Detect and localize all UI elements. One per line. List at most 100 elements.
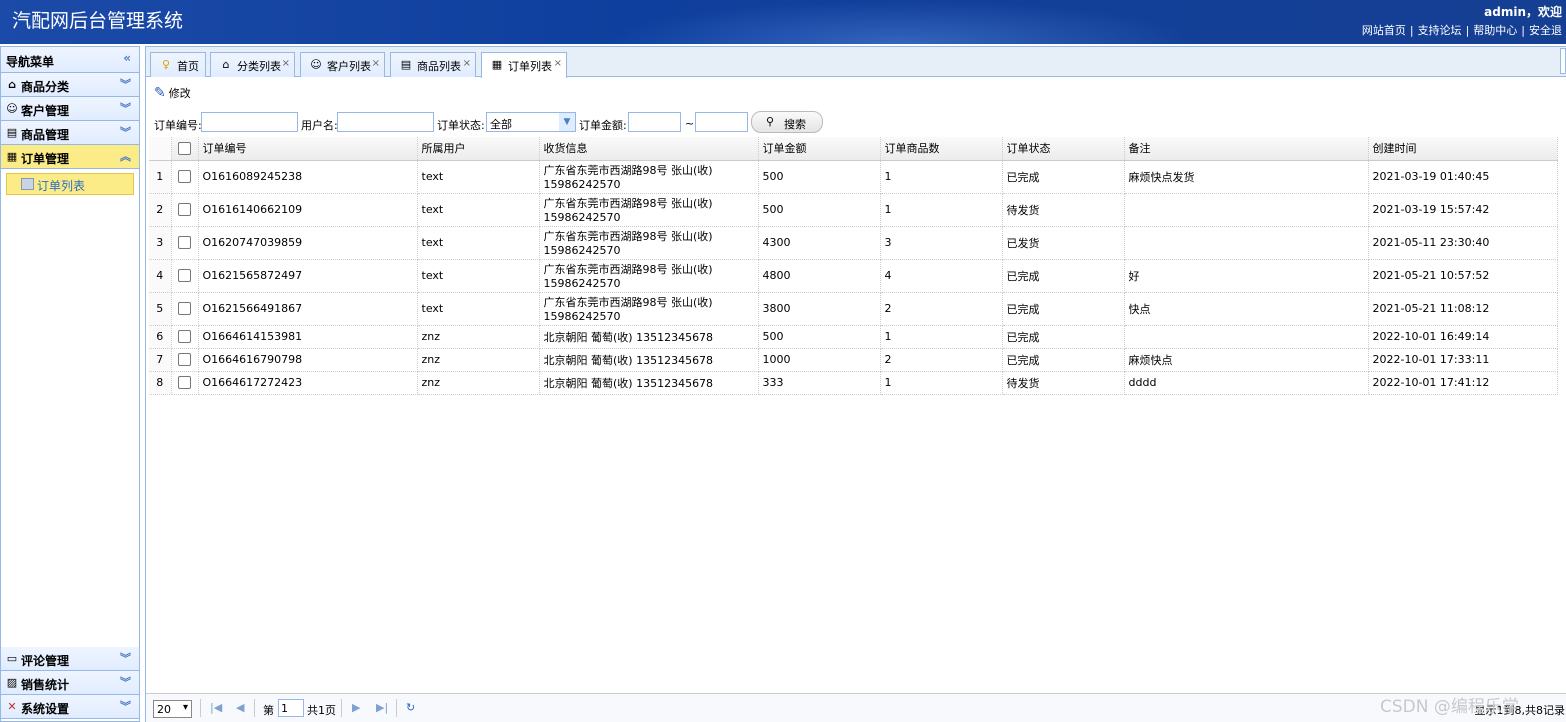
- link-forum[interactable]: 支持论坛: [1418, 24, 1462, 37]
- table-row[interactable]: 1 O1616089245238 text 广东省东莞市西湖路98号 张山(收) 159…: [149, 160, 1558, 194]
- pager-separator: [254, 699, 255, 717]
- column-header[interactable]: 收货信息: [539, 137, 759, 161]
- tab-category-list[interactable]: ⌂ 分类列表 ×: [210, 52, 295, 77]
- user-cell: text: [417, 226, 540, 260]
- column-header[interactable]: 订单金额: [758, 137, 881, 161]
- link-separator: |: [1465, 24, 1470, 37]
- table-row[interactable]: 2 O1616140662109 text 广东省东莞市西湖路98号 张山(收) 159…: [149, 193, 1558, 227]
- menu-group-category[interactable]: ⌂ 商品分类 ︾: [1, 73, 139, 97]
- table-row[interactable]: 8 O1664617272423 znz 北京朝阳 葡萄(收) 13512345678…: [149, 371, 1558, 395]
- status-cell: 已完成: [1002, 348, 1125, 372]
- menu-group-settings[interactable]: ✕ 系统设置 ︾: [1, 695, 139, 719]
- order-no-cell: O1616089245238: [198, 160, 418, 194]
- link-site-home[interactable]: 网站首页: [1362, 24, 1406, 37]
- tab-label: 分类列表: [237, 60, 281, 73]
- row-checkbox[interactable]: [178, 376, 191, 390]
- row-checkbox[interactable]: [178, 302, 191, 316]
- row-checkbox-cell: [171, 325, 199, 349]
- chevron-down-icon: ▾: [182, 702, 188, 713]
- menu-group-sales[interactable]: ▨ 销售统计 ︾: [1, 671, 139, 695]
- link-help[interactable]: 帮助中心: [1473, 24, 1517, 37]
- page-number-input[interactable]: 1: [278, 699, 304, 717]
- order-no-label: 订单编号:: [154, 119, 202, 132]
- created-time-cell: 2022-10-01 16:49:14: [1368, 325, 1558, 349]
- user-cell: znz: [417, 371, 540, 395]
- table-row[interactable]: 6 O1664614153981 znz 北京朝阳 葡萄(收) 13512345678…: [149, 325, 1558, 349]
- address-cell: 广东省东莞市西湖路98号 张山(收) 15986242570: [539, 259, 759, 293]
- search-button[interactable]: ⚲ 搜索: [751, 111, 823, 133]
- column-header[interactable]: 创建时间: [1368, 137, 1558, 161]
- close-icon[interactable]: ×: [282, 58, 290, 69]
- next-page-icon[interactable]: ▶: [352, 701, 360, 714]
- amount-from-input[interactable]: [628, 112, 681, 132]
- username-input[interactable]: [337, 112, 434, 132]
- note-cell: 麻烦快点发货: [1124, 160, 1369, 194]
- tab-goods-list[interactable]: ▤ 商品列表 ×: [390, 52, 476, 77]
- status-cell: 待发货: [1002, 371, 1125, 395]
- address-line: 广东省东莞市西湖路98号 张山(收): [543, 230, 713, 243]
- close-icon[interactable]: ×: [372, 58, 380, 69]
- row-checkbox[interactable]: [178, 330, 191, 344]
- row-checkbox[interactable]: [178, 269, 191, 283]
- tab-label: 客户列表: [327, 60, 371, 73]
- refresh-icon[interactable]: ↻: [406, 701, 415, 714]
- tab-bar: ♀ 首页 ⌂ 分类列表 × ☺ 客户列表 × ▤ 商品列表 × ▦ 订单列表 ×: [146, 47, 1566, 78]
- tab-order-list[interactable]: ▦ 订单列表 ×: [481, 52, 567, 78]
- user-cell: znz: [417, 325, 540, 349]
- edit-button[interactable]: 修改: [169, 87, 191, 100]
- row-checkbox-cell: [171, 160, 199, 194]
- row-checkbox[interactable]: [178, 236, 191, 250]
- address-cell: 广东省东莞市西湖路98号 张山(收) 15986242570: [539, 193, 759, 227]
- amount-cell: 500: [758, 325, 881, 349]
- row-checkbox-cell: [171, 226, 199, 260]
- column-header[interactable]: 订单状态: [1002, 137, 1125, 161]
- tab-home[interactable]: ♀ 首页: [150, 52, 206, 77]
- tab-customer-list[interactable]: ☺ 客户列表 ×: [300, 52, 385, 77]
- last-page-icon[interactable]: ▶|: [376, 701, 388, 714]
- column-header[interactable]: 订单编号: [198, 137, 418, 161]
- close-icon[interactable]: ×: [463, 58, 471, 69]
- close-icon[interactable]: ×: [554, 58, 562, 69]
- status-select[interactable]: 全部 ▼: [486, 112, 576, 132]
- first-page-icon[interactable]: |◀: [210, 701, 222, 714]
- toolbar: ✎ 修改: [154, 85, 191, 105]
- lightbulb-icon: ♀: [161, 58, 171, 71]
- table-row[interactable]: 5 O1621566491867 text 广东省东莞市西湖路98号 张山(收) 159…: [149, 292, 1558, 326]
- order-no-input[interactable]: [201, 112, 298, 132]
- tab-scroll-right[interactable]: [1560, 48, 1566, 74]
- menu-group-goods[interactable]: ▤ 商品管理 ︾: [1, 121, 139, 145]
- menu-group-order[interactable]: ▦ 订单管理 ︽: [1, 145, 139, 169]
- menu-group-customer[interactable]: ☺ 客户管理 ︾: [1, 97, 139, 121]
- table-row[interactable]: 3 O1620747039859 text 广东省东莞市西湖路98号 张山(收) 159…: [149, 226, 1558, 260]
- row-checkbox-cell: [171, 371, 199, 395]
- row-checkbox[interactable]: [178, 353, 191, 367]
- category-icon: ⌂: [8, 78, 16, 91]
- column-header[interactable]: 备注: [1124, 137, 1369, 161]
- table-row[interactable]: 4 O1621565872497 text 广东省东莞市西湖路98号 张山(收) 159…: [149, 259, 1558, 293]
- sidebar-item-order-list[interactable]: 订单列表: [6, 173, 134, 195]
- created-time-cell: 2021-05-21 11:08:12: [1368, 292, 1558, 326]
- sidebar: 导航菜单 « ⌂ 商品分类 ︾ ☺ 客户管理 ︾ ▤ 商品管理 ︾ ▦ 订单管理…: [0, 46, 140, 722]
- amount-cell: 4800: [758, 259, 881, 293]
- menu-group-comment[interactable]: ▭ 评论管理 ︾: [1, 647, 139, 671]
- page-size-select[interactable]: 20 ▾: [153, 700, 192, 718]
- column-header[interactable]: 订单商品数: [880, 137, 1003, 161]
- address-line: 广东省东莞市西湖路98号 张山(收): [543, 164, 713, 177]
- select-all-checkbox[interactable]: [178, 142, 191, 155]
- link-logout[interactable]: 安全退: [1529, 24, 1562, 37]
- note-cell: [1124, 193, 1369, 227]
- column-header[interactable]: 所属用户: [417, 137, 540, 161]
- table-row[interactable]: 7 O1664616790798 znz 北京朝阳 葡萄(收) 13512345678…: [149, 348, 1558, 372]
- address-phone: 15986242570: [543, 178, 621, 191]
- prev-page-icon[interactable]: ◀: [236, 701, 244, 714]
- app-title: 汽配网后台管理系统: [12, 10, 184, 32]
- collapse-sidebar-icon[interactable]: «: [123, 51, 131, 65]
- status-cell: 已完成: [1002, 259, 1125, 293]
- row-checkbox[interactable]: [178, 170, 191, 184]
- tab-label: 订单列表: [508, 60, 552, 73]
- menu-group-label: 客户管理: [21, 104, 70, 118]
- menu-group-label: 订单管理: [21, 152, 70, 166]
- row-checkbox[interactable]: [178, 203, 191, 217]
- amount-to-input[interactable]: [695, 112, 748, 132]
- table-header-row: 订单编号 所属用户 收货信息 订单金额 订单商品数 订单状态 备注 创建时间: [149, 137, 1558, 161]
